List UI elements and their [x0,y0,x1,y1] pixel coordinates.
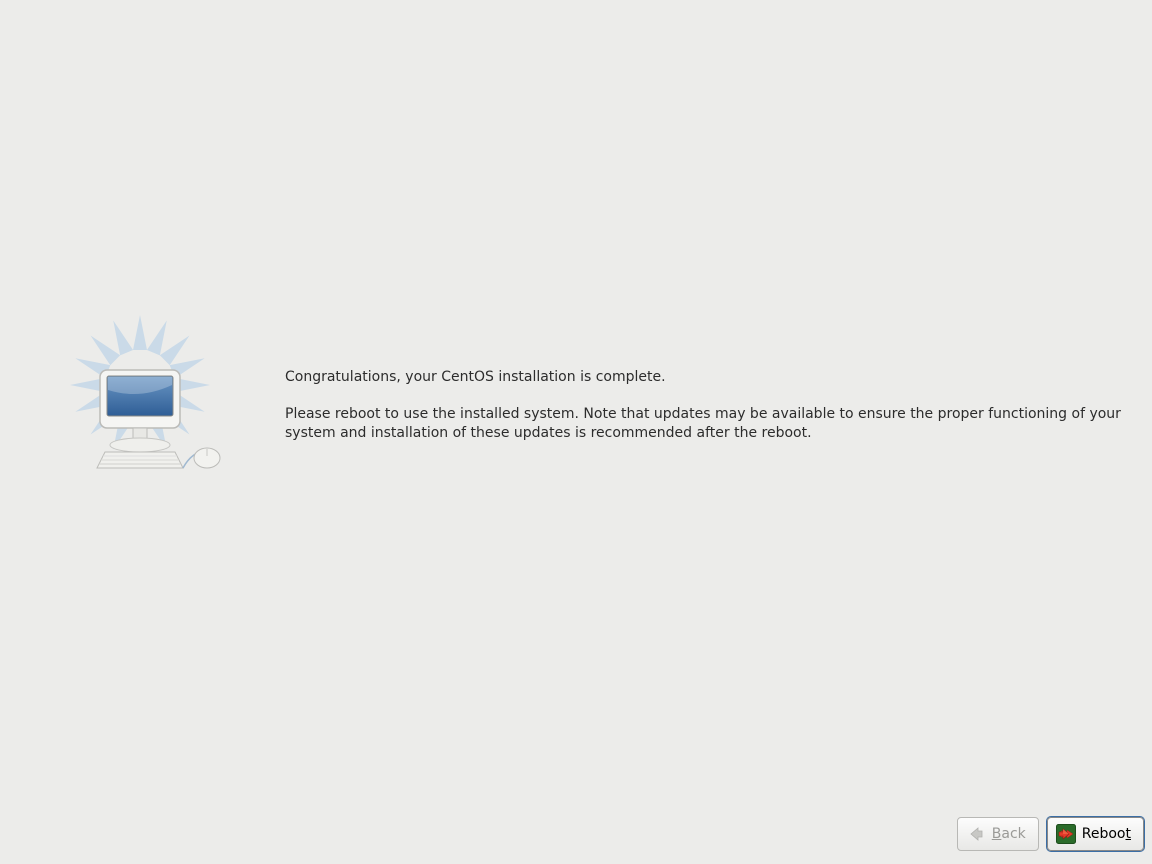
navigation-buttons: Back Reboot [957,817,1144,851]
computer-icon [35,300,245,490]
completion-text: Congratulations, your CentOS installatio… [285,368,1122,461]
arrow-left-icon [966,824,986,844]
main-content: Congratulations, your CentOS installatio… [30,300,1122,490]
instructions-text: Please reboot to use the installed syste… [285,405,1122,443]
completion-illustration [30,300,250,490]
arrow-right-icon [1056,824,1076,844]
back-button: Back [957,817,1039,851]
congrats-text: Congratulations, your CentOS installatio… [285,368,1122,387]
reboot-button[interactable]: Reboot [1047,817,1144,851]
